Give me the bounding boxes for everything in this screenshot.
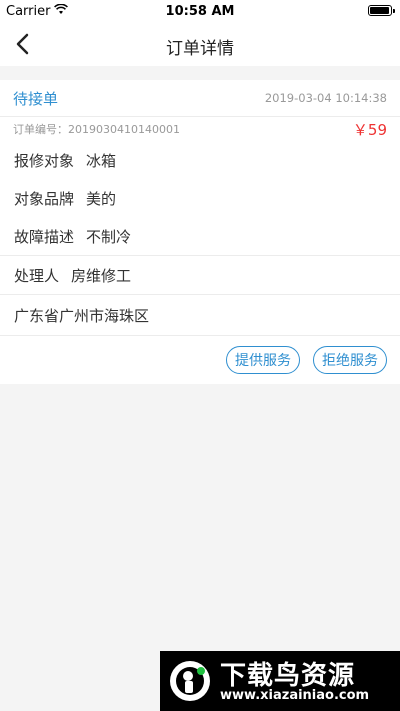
watermark-url: www.xiazainiao.com xyxy=(220,688,370,703)
fault-label: 故障描述 xyxy=(14,227,75,246)
battery-icon xyxy=(368,5,395,16)
watermark-name: 下载鸟资源 xyxy=(220,661,356,691)
clock: 10:58 AM xyxy=(165,4,235,19)
repair-object-row: 报修对象 冰箱 xyxy=(0,141,400,179)
order-status: 待接单 xyxy=(13,89,59,108)
order-number-row: 订单编号：2019030410140001 ￥59 xyxy=(0,117,400,141)
repair-object-label: 报修对象 xyxy=(14,151,75,170)
order-price: ￥59 xyxy=(352,120,387,139)
page-title: 订单详情 xyxy=(166,39,234,59)
status-bar: Carrier 10:58 AM xyxy=(0,0,400,22)
address-row: 广东省广州市海珠区 xyxy=(0,294,400,336)
handler-label: 处理人 xyxy=(14,266,60,285)
provide-service-button[interactable]: 提供服务 xyxy=(226,346,300,374)
order-datetime: 2019-03-04 10:14:38 xyxy=(264,91,387,105)
address-text: 广东省广州市海珠区 xyxy=(14,306,150,325)
reject-service-button[interactable]: 拒绝服务 xyxy=(313,346,387,374)
brand-label: 对象品牌 xyxy=(14,189,75,208)
fault-row: 故障描述 不制冷 xyxy=(0,217,400,255)
brand-row: 对象品牌 美的 xyxy=(0,179,400,217)
action-bar: 提供服务 拒绝服务 xyxy=(0,336,400,384)
handler-value: 房维修工 xyxy=(71,266,132,285)
brand-value: 美的 xyxy=(86,189,117,208)
order-status-row: 待接单 2019-03-04 10:14:38 xyxy=(0,80,400,117)
fault-value: 不制冷 xyxy=(86,227,132,246)
order-number: 订单编号：2019030410140001 xyxy=(13,123,180,136)
watermark-banner: 下载鸟资源 www.xiazainiao.com xyxy=(160,651,400,711)
handler-row: 处理人 房维修工 xyxy=(0,255,400,294)
repair-object-value: 冰箱 xyxy=(86,151,117,170)
order-card: 待接单 2019-03-04 10:14:38 订单编号：20190304101… xyxy=(0,80,400,384)
battery-level xyxy=(370,7,389,14)
bird-logo-icon xyxy=(170,661,210,701)
navigation-bar: 订单详情 xyxy=(0,22,400,66)
